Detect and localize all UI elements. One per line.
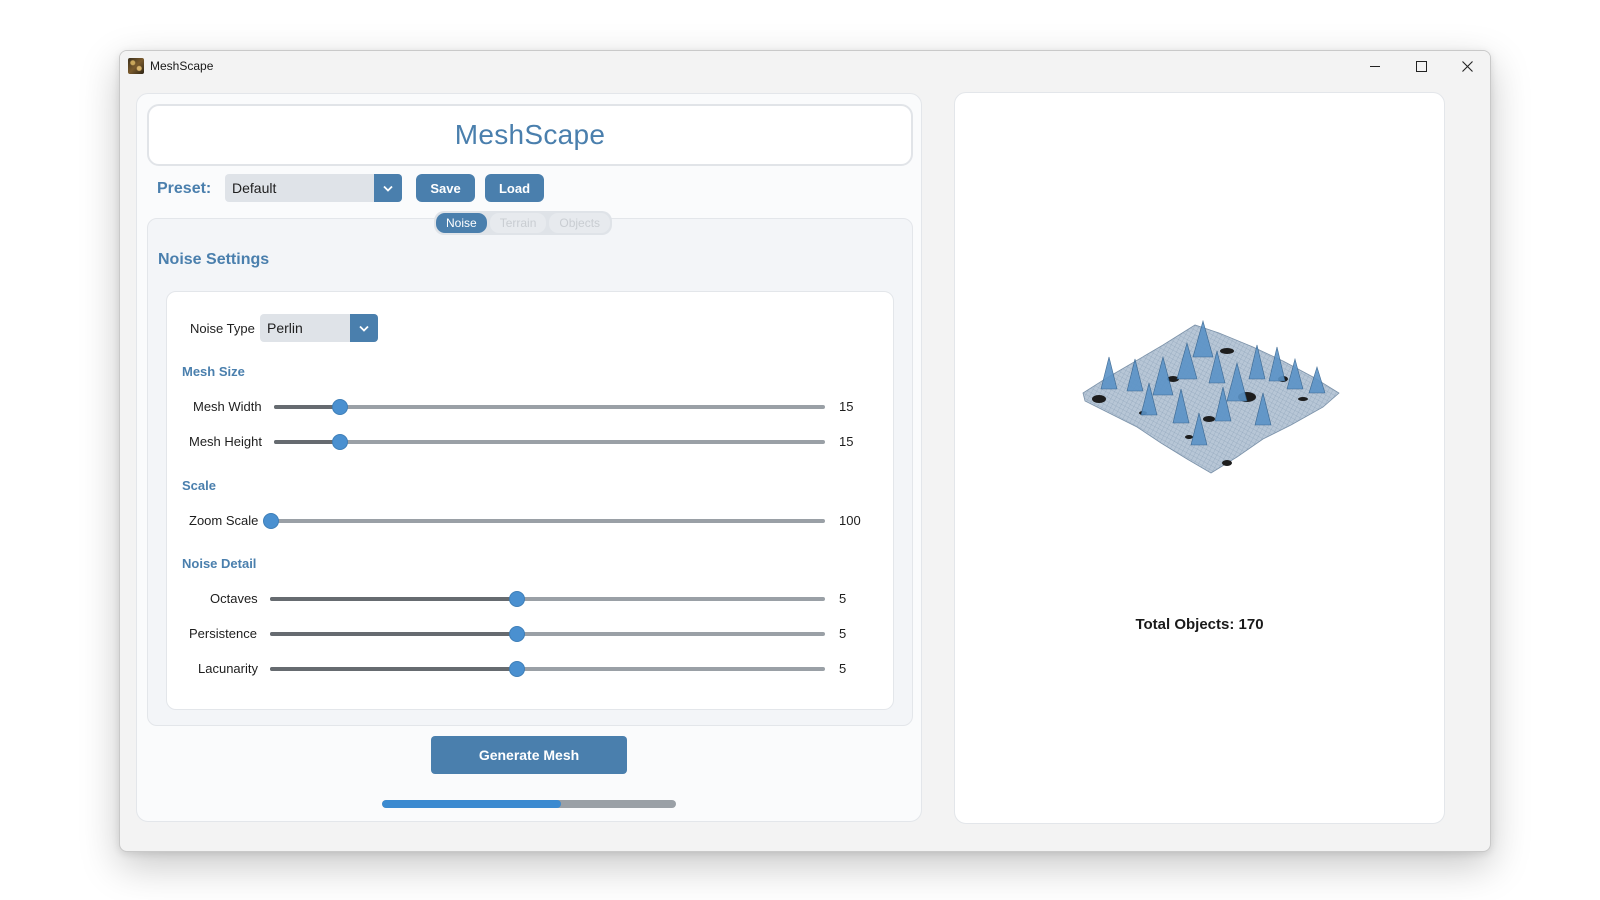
window-title: MeshScape (150, 59, 214, 73)
noise-detail-group-label: Noise Detail (182, 556, 257, 571)
slider-thumb[interactable] (263, 513, 279, 529)
slider-thumb[interactable] (508, 626, 525, 642)
slider-fill (270, 667, 517, 671)
octaves-row: Octaves 5 (167, 589, 895, 609)
mesh-width-label: Mesh Width (193, 399, 262, 414)
lacunarity-row: Lacunarity 5 (167, 659, 895, 679)
load-button[interactable]: Load (485, 174, 544, 202)
minimize-button[interactable] (1352, 51, 1398, 81)
slider-thumb[interactable] (508, 591, 525, 607)
slider-thumb[interactable] (508, 661, 525, 677)
chevron-down-icon[interactable] (374, 174, 402, 202)
tab-noise[interactable]: Noise (436, 213, 487, 233)
mesh-height-row: Mesh Height 15 (167, 432, 895, 452)
noise-settings-card: Noise Type Perlin Mesh Size Mesh Width 1… (166, 291, 894, 710)
preset-selected-value: Default (232, 180, 277, 196)
mesh-width-row: Mesh Width 15 (167, 397, 895, 417)
slider-fill (270, 632, 517, 636)
noise-type-dropdown[interactable]: Perlin (260, 314, 378, 342)
lacunarity-label: Lacunarity (198, 661, 258, 676)
page-title: MeshScape (454, 119, 606, 150)
lacunarity-slider[interactable] (270, 661, 825, 677)
mesh-height-label: Mesh Height (189, 434, 262, 449)
mesh-terrain-preview[interactable] (1077, 317, 1343, 477)
mesh-height-value: 15 (839, 434, 854, 449)
preset-dropdown[interactable]: Default (225, 174, 402, 202)
persistence-slider[interactable] (270, 626, 825, 642)
close-icon (1461, 60, 1473, 72)
header-card: MeshScape (147, 104, 913, 166)
tab-terrain[interactable]: Terrain (489, 213, 547, 233)
preset-label: Preset: (157, 180, 212, 197)
close-button[interactable] (1444, 51, 1490, 81)
section-title: Noise Settings (158, 251, 270, 268)
noise-type-label: Noise Type (190, 321, 255, 336)
slider-fill (270, 597, 517, 601)
octaves-label: Octaves (210, 591, 258, 606)
zoom-scale-row: Zoom Scale 100 (167, 511, 895, 531)
settings-tabs: Noise Terrain Objects (434, 211, 613, 235)
total-objects-label: Total Objects: 170 (1135, 616, 1264, 633)
chevron-down-icon[interactable] (350, 314, 378, 342)
mesh-height-slider[interactable] (274, 434, 825, 450)
preview-panel: Total Objects: 170 (954, 92, 1445, 824)
app-window: MeshScape MeshScape Preset: Default Save… (119, 50, 1491, 852)
maximize-button[interactable] (1398, 51, 1444, 81)
progress-fill (382, 800, 562, 808)
lacunarity-value: 5 (839, 661, 847, 676)
noise-type-selected-value: Perlin (267, 320, 303, 336)
save-button[interactable]: Save (416, 174, 475, 202)
persistence-label: Persistence (189, 626, 257, 641)
slider-fill (274, 440, 341, 444)
scale-group-label: Scale (182, 478, 216, 493)
settings-panel: MeshScape Preset: Default Save Load Nois… (136, 93, 922, 822)
mesh-width-slider[interactable] (274, 399, 825, 415)
generation-progress-bar (382, 800, 676, 808)
zoom-scale-label: Zoom Scale (189, 513, 259, 528)
slider-fill (274, 405, 341, 409)
persistence-value: 5 (839, 626, 847, 641)
slider-thumb[interactable] (332, 434, 349, 450)
zoom-scale-slider[interactable] (263, 513, 825, 529)
octaves-value: 5 (839, 591, 847, 606)
persistence-row: Persistence 5 (167, 624, 895, 644)
zoom-scale-value: 100 (839, 513, 861, 528)
app-logo-icon (128, 58, 144, 74)
slider-thumb[interactable] (332, 399, 349, 415)
mesh-size-group-label: Mesh Size (182, 364, 245, 379)
tab-objects[interactable]: Objects (549, 213, 611, 233)
octaves-slider[interactable] (270, 591, 825, 607)
mesh-width-value: 15 (839, 399, 854, 414)
generate-mesh-button[interactable]: Generate Mesh (431, 736, 627, 774)
title-bar[interactable]: MeshScape (120, 51, 1490, 81)
